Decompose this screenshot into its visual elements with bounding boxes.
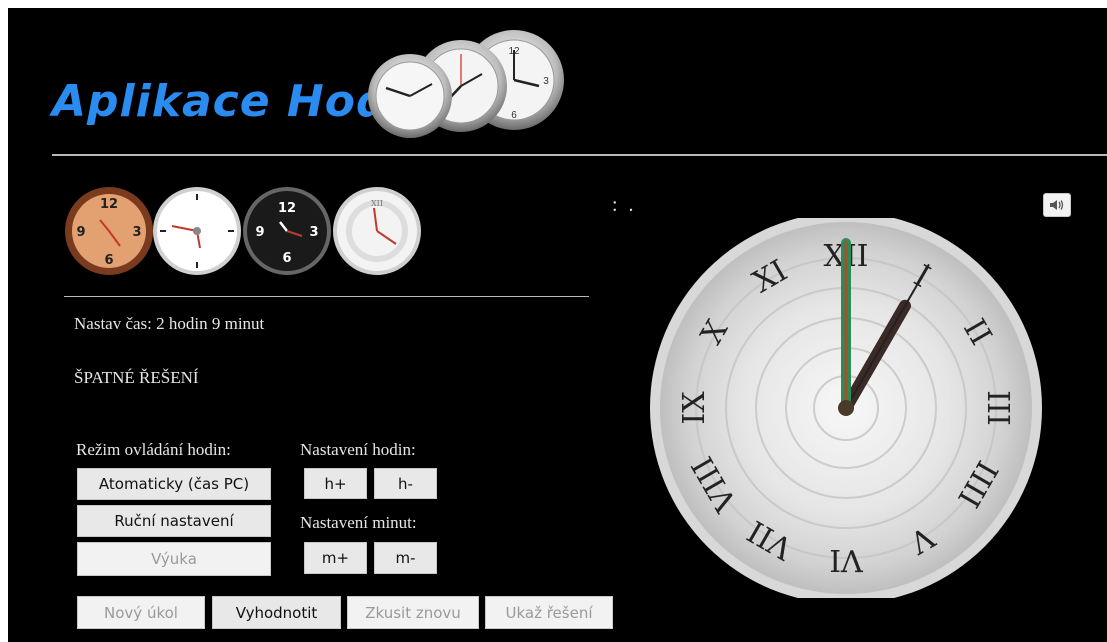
minute-plus-button[interactable]: m+ bbox=[304, 542, 367, 574]
svg-text:3: 3 bbox=[309, 225, 318, 240]
clock-center-pin bbox=[838, 400, 854, 416]
black-clock-icon[interactable]: 12 6 9 3 bbox=[242, 186, 332, 276]
sound-toggle-button[interactable] bbox=[1043, 193, 1071, 217]
svg-text:6: 6 bbox=[104, 253, 113, 268]
clocks-logo-image: 12 3 6 bbox=[368, 30, 564, 138]
digital-time-display: : . bbox=[612, 194, 637, 216]
svg-text:9: 9 bbox=[76, 225, 85, 240]
analog-clock[interactable]: XIIIIIIIIIIIIVVIVIIVIIIIXXXI bbox=[646, 218, 1046, 598]
evaluate-button[interactable]: Vyhodnotit bbox=[212, 596, 341, 629]
show-solution-button[interactable]: Ukaž řešení bbox=[485, 596, 613, 629]
manual-mode-button[interactable]: Ruční nastavení bbox=[77, 505, 271, 537]
svg-text:6: 6 bbox=[282, 251, 291, 266]
result-message: ŠPATNÉ ŘEŠENÍ bbox=[74, 368, 199, 387]
wooden-clock-icon[interactable]: 12 6 9 3 bbox=[64, 186, 154, 276]
svg-text:12: 12 bbox=[278, 201, 296, 216]
learn-mode-button[interactable]: Výuka bbox=[77, 542, 271, 576]
speaker-icon bbox=[1050, 200, 1064, 210]
hour-plus-button[interactable]: h+ bbox=[304, 468, 367, 499]
numeral-III: III bbox=[980, 390, 1015, 426]
svg-text:12: 12 bbox=[508, 46, 520, 57]
svg-text:12: 12 bbox=[100, 197, 118, 212]
auto-mode-button[interactable]: Atomaticky (čas PC) bbox=[77, 468, 271, 500]
white-clock-icon[interactable] bbox=[152, 186, 242, 276]
header-divider bbox=[52, 154, 1107, 156]
svg-text:XII: XII bbox=[371, 199, 383, 208]
minutes-label: Nastavení minut: bbox=[300, 513, 417, 532]
hour-minus-button[interactable]: h- bbox=[374, 468, 437, 499]
numeral-IX: IX bbox=[677, 391, 712, 425]
minute-minus-button[interactable]: m- bbox=[374, 542, 437, 574]
section-divider bbox=[64, 296, 589, 297]
numeral-VI: VI bbox=[829, 542, 864, 577]
hours-label: Nastavení hodin: bbox=[300, 440, 416, 459]
svg-text:9: 9 bbox=[255, 225, 264, 240]
try-again-button[interactable]: Zkusit znovu bbox=[347, 596, 479, 629]
app-window: Aplikace Hodiny 12 3 6 12 6 9 3 12 6 9 3… bbox=[8, 8, 1107, 642]
task-instruction: Nastav čas: 2 hodin 9 minut bbox=[74, 314, 265, 333]
svg-text:3: 3 bbox=[543, 76, 549, 87]
roman-clock-icon[interactable]: XII bbox=[332, 186, 422, 276]
new-task-button[interactable]: Nový úkol bbox=[77, 596, 205, 629]
mode-label: Režim ovládání hodin: bbox=[76, 440, 231, 459]
svg-text:6: 6 bbox=[511, 110, 517, 121]
svg-text:3: 3 bbox=[132, 225, 141, 240]
